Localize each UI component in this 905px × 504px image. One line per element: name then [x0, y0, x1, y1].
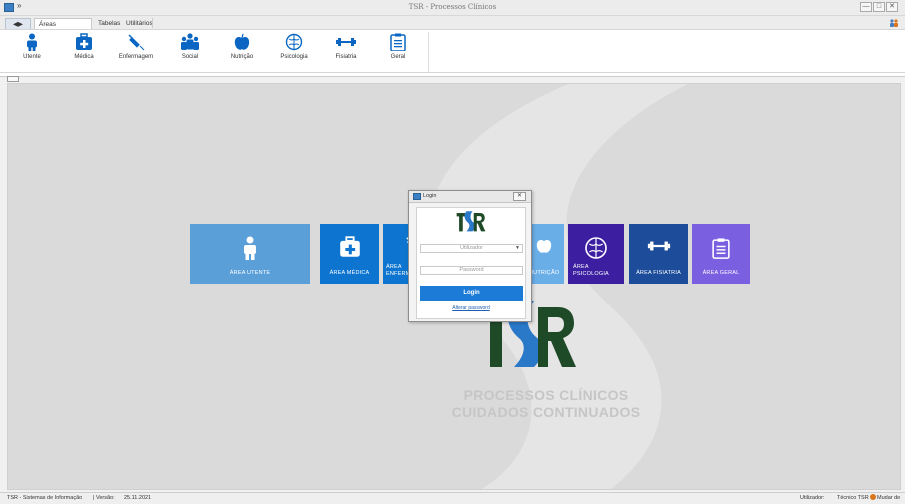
tile-label: ÁREA PSICOLOGIA [573, 264, 609, 277]
brand-tagline-2: CUIDADOS CONTINUADOS [451, 404, 641, 420]
tab-areas-disponiveis[interactable]: Áreas Disponíveis [34, 18, 92, 39]
ribbon-tabs: ◀▶ Áreas Disponíveis Tabelas Utilitários [0, 16, 905, 39]
status-version-label: | Versão: [93, 495, 115, 501]
password-placeholder: Password [459, 267, 484, 273]
ribbon: Utente Médica Enfermagem Social Nutrição… [0, 29, 905, 73]
ribbon-label: Médica [74, 54, 94, 60]
dialog-title-bar: Login ✕ [409, 191, 531, 203]
tile-area-geral[interactable]: ÁREA GERAL [692, 224, 750, 284]
clipboard-icon [712, 238, 730, 259]
password-field[interactable]: Password [420, 266, 523, 275]
users-icon[interactable] [889, 19, 899, 29]
ribbon-label: Psicologia [280, 54, 308, 60]
app-icon [413, 193, 421, 200]
window-controls: — □ ✕ [860, 2, 898, 12]
close-button[interactable]: ✕ [886, 2, 898, 12]
ribbon-button-geral[interactable]: Geral [378, 32, 418, 68]
ribbon-button-fisiatria[interactable]: Fisiatria [326, 32, 366, 68]
ribbon-label: Social [181, 54, 199, 60]
status-company: TSR - Sistemas de Informação [7, 495, 83, 501]
tab-separator [152, 18, 153, 28]
group-icon [181, 33, 199, 50]
change-user-label: Mudar de [877, 495, 901, 501]
ribbon-button-enfermagem[interactable]: Enfermagem [116, 32, 156, 68]
minimize-button[interactable]: — [860, 2, 872, 12]
username-dropdown[interactable]: Utilizador ▼ [420, 244, 523, 253]
brand-tagline-1: PROCESSOS CLÍNICOS [463, 387, 629, 403]
status-version: 25.11.2021 [124, 495, 152, 501]
tsr-logo [456, 211, 486, 232]
ribbon-label: Enfermagem [118, 54, 154, 60]
chevron-down-icon[interactable]: ▼ [515, 245, 520, 252]
tile-label: NUTRIÇÃO [529, 270, 560, 276]
status-bar: TSR - Sistemas de Informação | Versão: 2… [0, 492, 905, 504]
change-user-button[interactable]: Mudar de [870, 493, 900, 504]
apple-icon [234, 33, 250, 50]
tile-area-nutricao[interactable]: NUTRIÇÃO [529, 224, 564, 284]
ribbon-button-psicologia[interactable]: Psicologia [274, 32, 314, 68]
dumbbell-icon [647, 241, 670, 251]
apple-icon [536, 239, 552, 253]
dialog-title: Login [423, 193, 437, 199]
brain-icon [285, 33, 303, 51]
username-placeholder: Utilizador [460, 245, 483, 251]
dialog-close-button[interactable]: ✕ [513, 192, 526, 201]
status-user-label: Utilizador: [800, 495, 825, 501]
status-user: Técnico TSR [837, 495, 869, 501]
syringe-icon [128, 34, 145, 51]
tile-area-fisiatria[interactable]: ÁREA FISIATRIA [629, 224, 688, 284]
ribbon-collapse-bar [0, 73, 905, 77]
document-tab-handle[interactable] [7, 76, 19, 82]
person-icon [244, 236, 256, 260]
ribbon-button-medica[interactable]: Médica [64, 32, 104, 68]
tile-label: ÁREA UTENTE [229, 270, 271, 276]
window-title: TSR - Processos Clínicos [408, 3, 497, 11]
person-icon [27, 33, 37, 51]
medical-kit-icon [76, 33, 92, 50]
clipboard-icon [390, 33, 406, 51]
medical-kit-icon [339, 236, 360, 257]
dumbbell-icon [336, 38, 356, 46]
tile-area-medica[interactable]: ÁREA MÉDICA [320, 224, 379, 284]
change-password-link[interactable]: Alterar password [417, 305, 525, 311]
ribbon-label: Nutrição [230, 54, 254, 60]
ribbon-label: Fisiatria [335, 54, 357, 60]
tile-label: ÁREA GERAL [702, 270, 740, 276]
tile-area-psicologia[interactable]: ÁREA PSICOLOGIA [568, 224, 624, 284]
tile-label: ÁREA FISIATRIA [636, 270, 681, 276]
tab-tabelas[interactable]: Tabelas [94, 18, 124, 29]
brain-icon [585, 237, 607, 259]
ribbon-label: Utente [23, 54, 41, 60]
maximize-button[interactable]: □ [873, 2, 885, 12]
ribbon-button-social[interactable]: Social [170, 32, 210, 68]
login-form: Utilizador ▼ Password Login Alterar pass… [416, 207, 526, 319]
login-button[interactable]: Login [420, 286, 523, 301]
user-icon [870, 494, 876, 500]
ribbon-label: Geral [390, 54, 406, 60]
title-bar: » TSR - Processos Clínicos — □ ✕ [0, 0, 905, 16]
ribbon-button-nutricao[interactable]: Nutrição [222, 32, 262, 68]
tile-area-utente[interactable]: ÁREA UTENTE [190, 224, 310, 284]
ribbon-group-separator [428, 32, 429, 72]
tab-system-menu[interactable]: ◀▶ [5, 18, 31, 29]
tile-label: ÁREA MÉDICA [329, 270, 370, 276]
login-dialog: Login ✕ Utilizador ▼ Password Login Alte… [408, 190, 532, 322]
ribbon-button-utente[interactable]: Utente [12, 32, 52, 68]
